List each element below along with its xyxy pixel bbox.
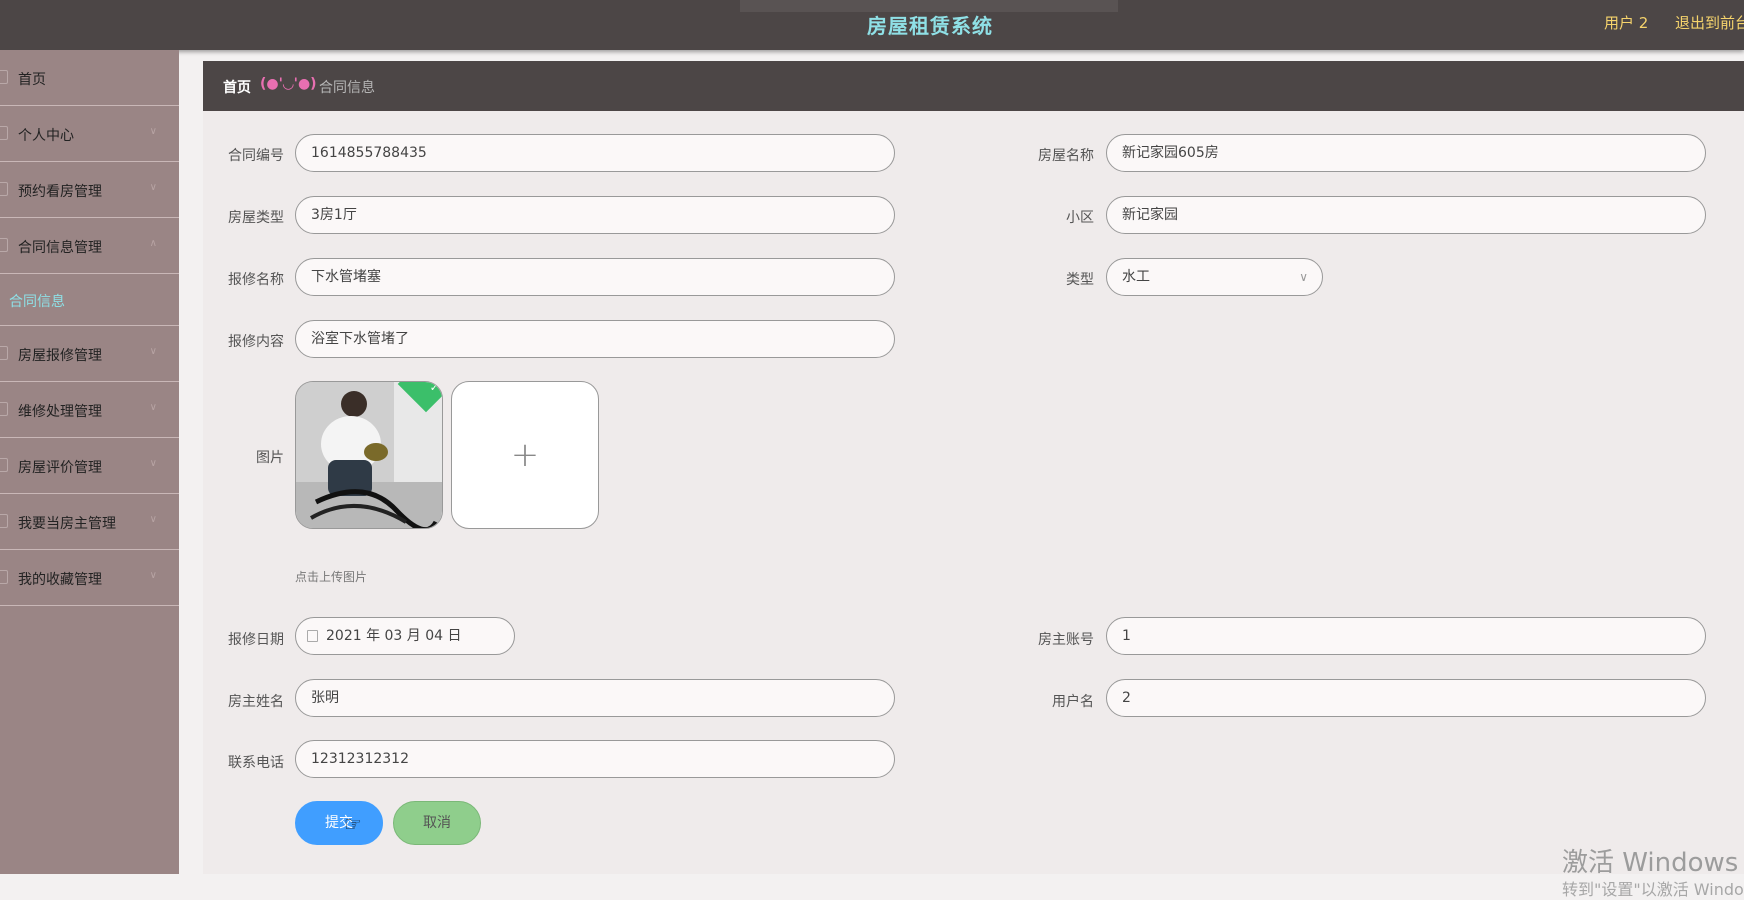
sidebar-item-label: 个人中心 (18, 128, 74, 144)
document-icon (0, 238, 8, 252)
repair-date-picker[interactable]: 2021 年 03 月 04 日 (295, 617, 515, 655)
community-label: 小区 (1066, 210, 1094, 226)
app-title: 房屋租赁系统 (867, 14, 993, 38)
sidebar-item-label: 我的收藏管理 (18, 572, 102, 588)
breadcrumb-home[interactable]: 首页 (223, 77, 251, 97)
image-label: 图片 (256, 450, 284, 466)
tool-icon (0, 402, 8, 416)
contract-no-input[interactable]: 1614855788435 (295, 134, 895, 172)
sidebar-subitem-contract-info[interactable]: 合同信息 (0, 274, 179, 326)
repair-name-input[interactable]: 下水管堵塞 (295, 258, 895, 296)
contract-no-label: 合同编号 (228, 148, 284, 164)
sidebar-item-label: 首页 (18, 72, 46, 88)
chevron-down-icon: ∨ (149, 570, 157, 581)
community-input[interactable]: 新记家园 (1106, 196, 1706, 234)
sidebar-item-become-owner[interactable]: 我要当房主管理 ∨ (0, 494, 179, 550)
sidebar: 首页 个人中心 ∨ 预约看房管理 ∨ 合同信息管理 ∧ 合同信息 房屋报修管理 … (0, 50, 179, 874)
repair-content-input[interactable]: 浴室下水管堵了 (295, 320, 895, 358)
house-icon (0, 514, 8, 528)
sidebar-item-label: 我要当房主管理 (18, 516, 116, 532)
logout-link[interactable]: 退出到前台 (1675, 12, 1744, 33)
owner-name-input[interactable]: 张明 (295, 679, 895, 717)
repair-name-label: 报修名称 (228, 272, 284, 288)
submit-button[interactable]: 提交 (295, 801, 383, 845)
chevron-up-icon: ∧ (149, 238, 157, 249)
sidebar-item-personal-center[interactable]: 个人中心 ∨ (0, 106, 179, 162)
sidebar-item-home[interactable]: 首页 (0, 50, 179, 106)
type-label: 类型 (1066, 272, 1094, 288)
house-type-input[interactable]: 3房1厅 (295, 196, 895, 234)
house-name-label: 房屋名称 (1038, 148, 1094, 164)
breadcrumb-separator: (●'◡'●) (260, 76, 317, 92)
sidebar-subitem-label: 合同信息 (9, 294, 65, 310)
owner-name-label: 房主姓名 (228, 694, 284, 710)
sidebar-item-contract-management[interactable]: 合同信息管理 ∧ (0, 218, 179, 274)
breadcrumb: 首页 (●'◡'●) 合同信息 (203, 61, 1744, 111)
repair-date-label: 报修日期 (228, 632, 284, 648)
wrench-icon (0, 346, 8, 360)
type-select[interactable]: 水工 ∨ (1106, 258, 1323, 296)
owner-account-input[interactable]: 1 (1106, 617, 1706, 655)
sidebar-item-label: 房屋报修管理 (18, 348, 102, 364)
chevron-down-icon: ∨ (149, 126, 157, 137)
type-select-value: 水工 (1122, 269, 1150, 285)
sidebar-item-appointment[interactable]: 预约看房管理 ∨ (0, 162, 179, 218)
sidebar-item-maintenance[interactable]: 维修处理管理 ∨ (0, 382, 179, 438)
hand-cursor-icon: ☞ (344, 812, 362, 836)
phone-input[interactable]: 12312312312 (295, 740, 895, 778)
username-input[interactable]: 2 (1106, 679, 1706, 717)
sidebar-item-label: 房屋评价管理 (18, 460, 102, 476)
chevron-down-icon: ∨ (149, 514, 157, 525)
sidebar-item-repair-management[interactable]: 房屋报修管理 ∨ (0, 326, 179, 382)
uploaded-image[interactable]: ✓ (295, 381, 443, 529)
calendar-icon (0, 182, 8, 196)
sidebar-item-favorites[interactable]: 我的收藏管理 ∨ (0, 550, 179, 606)
upload-hint: 点击上传图片 (295, 570, 368, 584)
owner-account-label: 房主账号 (1038, 632, 1094, 648)
house-type-label: 房屋类型 (228, 210, 284, 226)
chevron-down-icon: ∨ (149, 402, 157, 413)
sidebar-item-label: 维修处理管理 (18, 404, 102, 420)
cancel-button[interactable]: 取消 (393, 801, 481, 845)
phone-label: 联系电话 (228, 755, 284, 771)
breadcrumb-current: 合同信息 (319, 80, 375, 96)
house-name-input[interactable]: 新记家园605房 (1106, 134, 1706, 172)
windows-activation-watermark: 激活 Windows (1562, 848, 1739, 878)
chevron-down-icon: ∨ (149, 182, 157, 193)
sidebar-item-review[interactable]: 房屋评价管理 ∨ (0, 438, 179, 494)
chevron-down-icon: ∨ (149, 458, 157, 469)
heart-icon (0, 570, 8, 584)
upload-image-button[interactable]: + (451, 381, 599, 529)
star-icon (0, 458, 8, 472)
home-icon (0, 70, 8, 84)
sidebar-item-label: 预约看房管理 (18, 184, 102, 200)
check-icon: ✓ (429, 381, 439, 394)
plus-icon: + (510, 435, 540, 475)
calendar-icon (307, 630, 318, 642)
user-icon (0, 126, 8, 140)
current-user[interactable]: 用户 2 (1604, 12, 1648, 33)
username-label: 用户名 (1052, 694, 1094, 710)
repair-content-label: 报修内容 (228, 334, 284, 350)
chevron-down-icon: ∨ (149, 346, 157, 357)
chevron-down-icon: ∨ (1299, 270, 1308, 284)
top-header: 房屋租赁系统 用户 2 退出到前台 (0, 0, 1744, 50)
repair-date-value: 2021 年 03 月 04 日 (326, 628, 462, 644)
sidebar-item-label: 合同信息管理 (18, 240, 102, 256)
windows-activation-subtext: 转到"设置"以激活 Windows。 (1562, 880, 1744, 899)
